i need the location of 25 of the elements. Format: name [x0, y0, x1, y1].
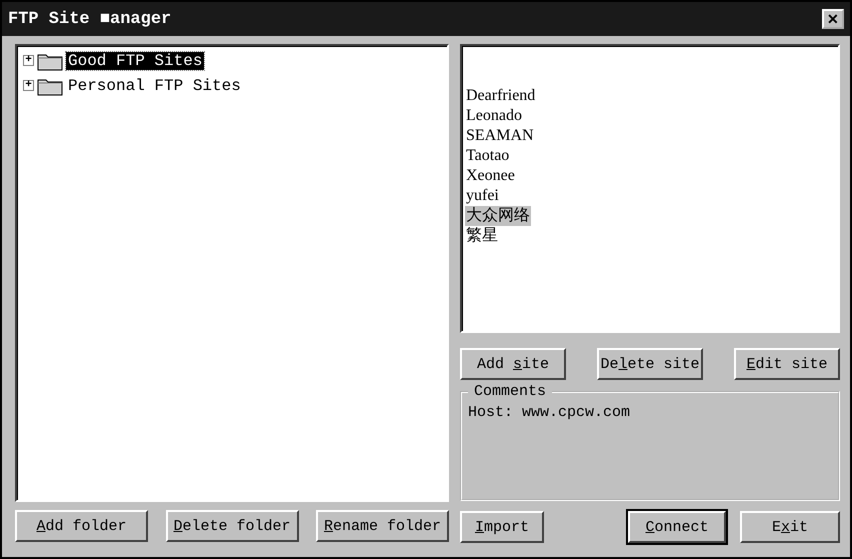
button[interactable]: Import	[460, 511, 544, 543]
site-item[interactable]: Xeonee	[465, 166, 516, 186]
site-item[interactable]: 繁星	[465, 226, 499, 246]
site-item[interactable]: yufei	[465, 186, 500, 206]
button[interactable]: Edit site	[734, 348, 840, 380]
site-item[interactable]: 大众网络	[465, 206, 531, 226]
close-button[interactable]: ✕	[822, 9, 844, 29]
button[interactable]: Delete folder	[166, 510, 298, 542]
button[interactable]: Rename folder	[316, 510, 449, 542]
window-title: FTP Site ■anager	[8, 10, 172, 28]
tree-item[interactable]: Good FTP Sites	[66, 52, 204, 70]
button[interactable]: Exit	[740, 511, 840, 543]
comment-text: Host: www.cpcw.com	[468, 404, 630, 421]
expand-toggle[interactable]: +	[23, 55, 34, 66]
site-item[interactable]: Leonado	[465, 106, 523, 126]
button[interactable]: Connect	[628, 511, 726, 543]
expand-toggle[interactable]: +	[23, 80, 34, 91]
button[interactable]: Delete site	[597, 348, 703, 380]
button[interactable]: Add site	[460, 348, 566, 380]
group-label: Comments	[473, 383, 548, 400]
site-item[interactable]: Dearfriend	[465, 86, 536, 106]
tree-item[interactable]: Personal FTP Sites	[66, 76, 243, 94]
site-item[interactable]: SEAMAN	[465, 126, 535, 146]
site-item[interactable]: Taotao	[465, 146, 510, 166]
button[interactable]: Add folder	[15, 510, 148, 542]
